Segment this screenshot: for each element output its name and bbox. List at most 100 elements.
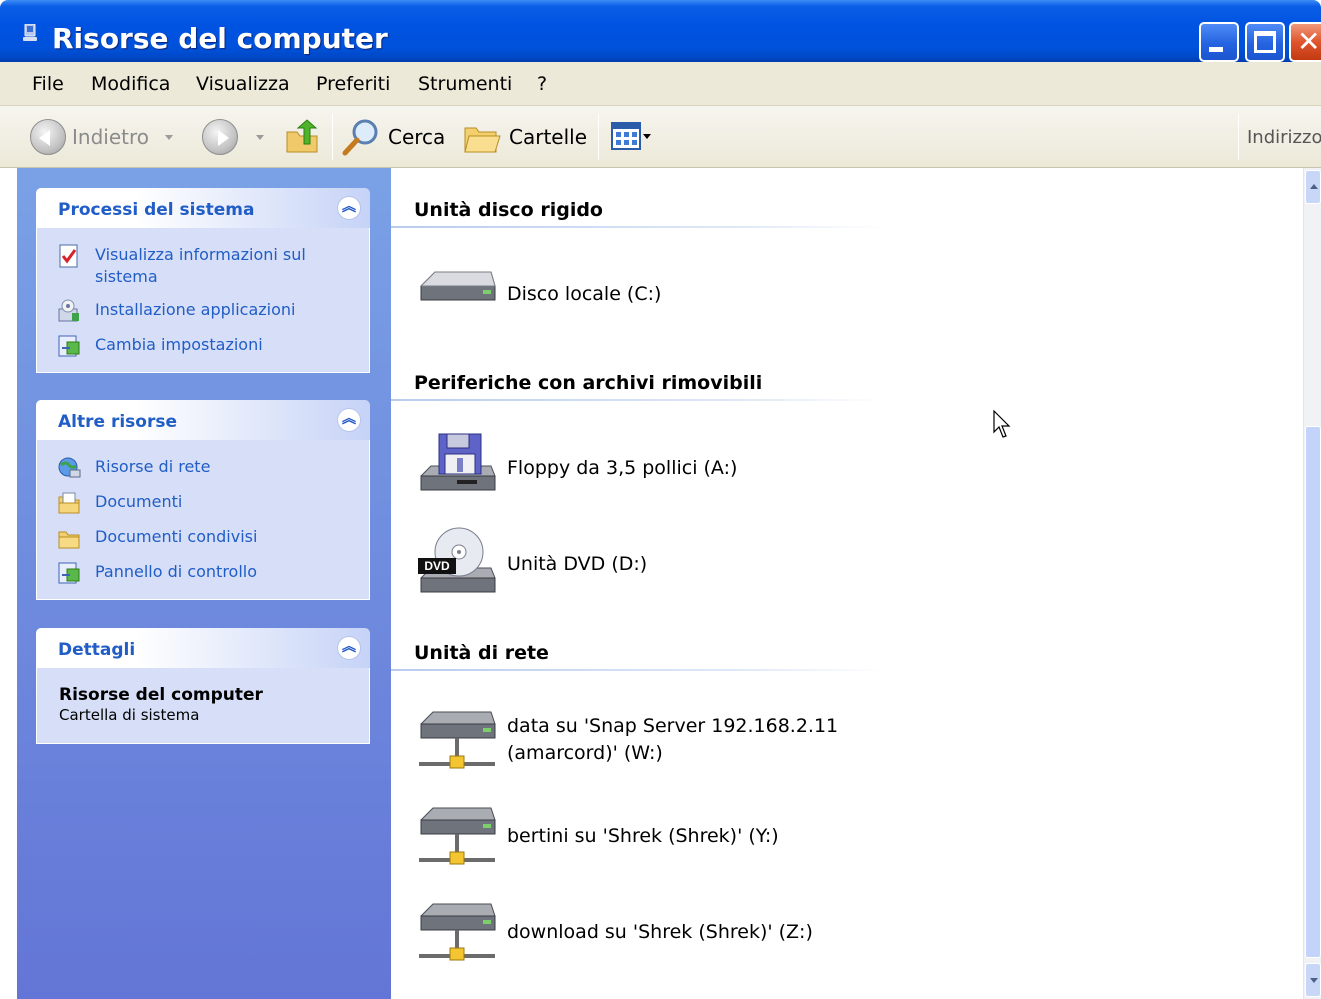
control-panel-icon xyxy=(58,562,80,584)
window-title: Risorse del computer xyxy=(52,22,388,55)
place-control-panel[interactable]: Pannello di controllo xyxy=(37,561,369,585)
menu-help[interactable]: ? xyxy=(537,73,547,95)
search-icon xyxy=(342,119,378,156)
menu-visualizza[interactable]: Visualizza xyxy=(196,73,290,95)
computer-window-icon xyxy=(23,24,37,41)
forward-arrow-icon xyxy=(202,119,238,155)
group-title-network-drives: Unità di rete xyxy=(414,642,549,664)
other-places-box: Altre risorse ︽ Risorse di rete Document… xyxy=(36,400,370,600)
back-arrow-icon xyxy=(30,119,66,155)
place-control-panel-label: Pannello di controllo xyxy=(95,562,258,581)
drive-item-c[interactable]: Disco locale (C:) xyxy=(417,254,661,334)
drive-item-d[interactable]: DVD Unità DVD (D:) xyxy=(417,524,647,604)
menu-bar: File Modifica Visualizza Preferiti Strum… xyxy=(0,62,1321,164)
menu-file[interactable]: File xyxy=(32,73,64,95)
minimize-icon xyxy=(1209,47,1223,52)
drive-label-z: download su 'Shrek (Shrek)' (Z:) xyxy=(507,920,813,943)
toolbar-separator xyxy=(1238,114,1239,160)
mouse-pointer-icon xyxy=(993,410,1011,438)
minimize-button[interactable] xyxy=(1199,22,1239,62)
task-add-remove-programs-label: Installazione applicazioni xyxy=(95,300,296,319)
scroll-up-button[interactable] xyxy=(1305,170,1321,204)
up-folder-button[interactable] xyxy=(284,106,322,168)
toolbar-separator xyxy=(598,114,599,160)
floppy-drive-icon xyxy=(420,433,496,491)
vertical-scrollbar[interactable] xyxy=(1303,168,1321,999)
network-drive-icon xyxy=(419,711,496,769)
forward-dropdown-icon[interactable] xyxy=(256,134,264,140)
system-tasks-header[interactable]: Processi del sistema ︽ xyxy=(36,188,370,228)
place-shared-documents[interactable]: Documenti condivisi xyxy=(37,526,369,550)
group-title-hard-disks: Unità disco rigido xyxy=(414,199,603,221)
collapse-chevron-icon[interactable]: ︽ xyxy=(337,408,361,432)
details-title: Dettagli xyxy=(58,640,136,660)
other-places-header[interactable]: Altre risorse ︽ xyxy=(36,400,370,440)
group-divider xyxy=(391,226,886,228)
maximize-button[interactable] xyxy=(1245,22,1285,62)
back-label: Indietro xyxy=(72,125,149,149)
collapse-chevron-icon[interactable]: ︽ xyxy=(337,636,361,660)
menu-preferiti[interactable]: Preferiti xyxy=(316,73,390,95)
shared-documents-folder-icon xyxy=(58,531,80,549)
task-change-settings[interactable]: Cambia impostazioni xyxy=(37,334,369,358)
task-system-info[interactable]: Visualizza informazioni sul sistema xyxy=(37,244,369,288)
dvd-badge-text: DVD xyxy=(424,559,450,573)
control-panel-icon xyxy=(58,335,80,357)
drive-label-d: Unità DVD (D:) xyxy=(507,552,648,575)
details-type: Cartella di sistema xyxy=(59,706,200,724)
explorer-window: Risorse del computer ✕ File Modifica Vis… xyxy=(0,0,1321,999)
system-tasks-title: Processi del sistema xyxy=(58,200,255,220)
place-network[interactable]: Risorse di rete xyxy=(37,456,369,480)
drive-label-c: Disco locale (C:) xyxy=(507,282,662,305)
chevron-down-icon xyxy=(1310,978,1318,983)
views-icon xyxy=(611,122,651,150)
place-documents-label: Documenti xyxy=(95,492,183,511)
place-shared-documents-label: Documenti condivisi xyxy=(95,527,258,546)
title-bar[interactable]: Risorse del computer ✕ xyxy=(0,0,1321,62)
drive-item-w[interactable]: data su 'Snap Server 192.168.2.11 (amarc… xyxy=(417,700,838,780)
other-places-title: Altre risorse xyxy=(58,412,177,432)
drive-item-z[interactable]: download su 'Shrek (Shrek)' (Z:) xyxy=(417,892,813,972)
my-documents-icon xyxy=(58,492,80,514)
search-button[interactable]: Cerca xyxy=(341,106,445,168)
add-remove-programs-icon xyxy=(58,299,79,322)
group-divider xyxy=(391,669,886,671)
other-places-list: Risorse di rete Documenti Documenti cond… xyxy=(36,440,370,600)
scroll-thumb[interactable] xyxy=(1305,426,1321,958)
address-bar-label: Indirizzo xyxy=(1247,126,1321,148)
details-header[interactable]: Dettagli ︽ xyxy=(36,628,370,668)
drive-item-a[interactable]: Floppy da 3,5 pollici (A:) xyxy=(417,428,737,508)
views-button[interactable] xyxy=(611,106,651,168)
hard-disk-icon xyxy=(419,271,496,301)
details-name: Risorse del computer xyxy=(59,685,263,705)
menu-modifica[interactable]: Modifica xyxy=(91,73,170,95)
back-button[interactable]: Indietro xyxy=(30,106,173,168)
menu-strumenti[interactable]: Strumenti xyxy=(418,73,512,95)
task-system-info-label: Visualizza informazioni sul sistema xyxy=(95,245,306,286)
chevron-up-icon xyxy=(1310,184,1318,189)
drive-label-a: Floppy da 3,5 pollici (A:) xyxy=(507,456,738,479)
place-documents[interactable]: Documenti xyxy=(37,491,369,515)
system-info-icon xyxy=(59,244,78,268)
folders-button[interactable]: Cartelle xyxy=(462,106,587,168)
system-tasks-list: Visualizza informazioni sul sistema Inst… xyxy=(36,228,370,373)
drive-label-y: bertini su 'Shrek (Shrek)' (Y:) xyxy=(507,824,779,847)
task-add-remove-programs[interactable]: Installazione applicazioni xyxy=(37,299,369,323)
drive-label-w: data su 'Snap Server 192.168.2.11 (amarc… xyxy=(507,715,839,764)
collapse-chevron-icon[interactable]: ︽ xyxy=(337,196,361,220)
forward-button[interactable] xyxy=(202,106,264,168)
scroll-down-button[interactable] xyxy=(1305,963,1321,997)
maximize-icon xyxy=(1254,31,1276,53)
drive-item-y[interactable]: bertini su 'Shrek (Shrek)' (Y:) xyxy=(417,796,779,876)
network-places-icon xyxy=(58,457,81,478)
folders-icon xyxy=(464,127,501,153)
close-icon: ✕ xyxy=(1297,25,1321,58)
system-tasks-box: Processi del sistema ︽ Visualizza inform… xyxy=(36,188,370,373)
place-network-label: Risorse di rete xyxy=(95,457,211,476)
network-drive-icon xyxy=(419,807,496,865)
dvd-drive-icon: DVD xyxy=(418,527,496,593)
network-drive-icon xyxy=(419,903,496,961)
back-dropdown-icon[interactable] xyxy=(165,134,173,140)
close-button[interactable]: ✕ xyxy=(1289,22,1321,62)
toolbar-separator xyxy=(332,114,333,160)
